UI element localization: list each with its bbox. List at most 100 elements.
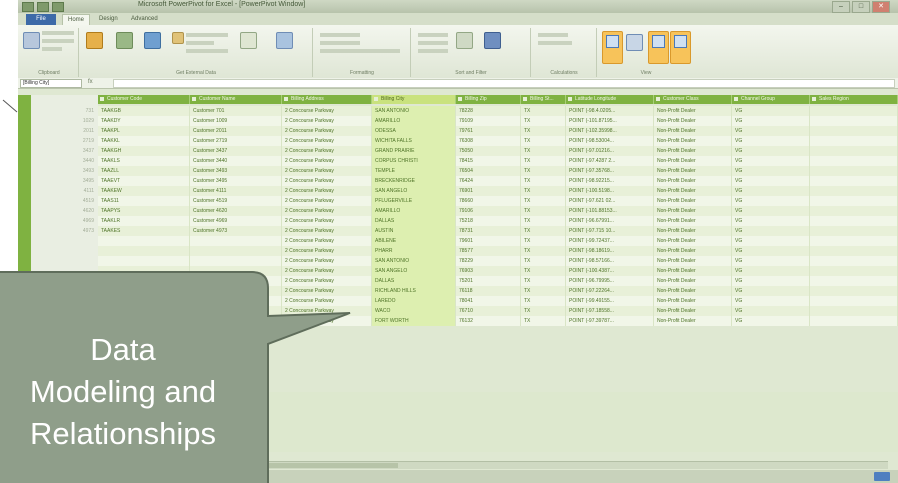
format-dropdown[interactable] (320, 41, 360, 45)
table-cell[interactable]: TX (521, 156, 566, 166)
table-cell[interactable] (190, 236, 282, 246)
table-cell[interactable]: Non-Profit Dealer (654, 146, 732, 156)
table-cell[interactable]: TX (521, 166, 566, 176)
table-cell[interactable]: POINT (-98.53004... (566, 136, 654, 146)
column-header[interactable]: Customer Name (190, 95, 282, 104)
table-cell[interactable]: DALLAS (372, 276, 456, 286)
table-row[interactable]: 2 Concourse Parkway RICHLAND HILLS 76118 TX… (98, 286, 898, 296)
table-row[interactable]: TAAKGB Customer 701 2 Concourse Parkway SAN… (98, 106, 898, 116)
table-cell[interactable]: 78660 (456, 196, 521, 206)
table-cell[interactable]: 2 Concourse Parkway (282, 226, 372, 236)
table-cell[interactable]: FORT WORTH (372, 316, 456, 326)
table-cell[interactable] (810, 276, 898, 286)
table-cell[interactable]: TX (521, 146, 566, 156)
table-cell[interactable]: VG (732, 176, 810, 186)
table-cell[interactable]: Non-Profit Dealer (654, 226, 732, 236)
table-cell[interactable]: ODESSA (372, 126, 456, 136)
table-cell[interactable]: POINT (-101.87195... (566, 116, 654, 126)
column-header[interactable]: Latitude Longitude (566, 95, 654, 104)
table-cell[interactable]: 76308 (456, 136, 521, 146)
table-cell[interactable]: Non-Profit Dealer (654, 126, 732, 136)
table-cell[interactable]: POINT (-99.49155... (566, 296, 654, 306)
close-button[interactable]: ✕ (872, 1, 890, 13)
table-cell[interactable]: Customer 3495 (190, 176, 282, 186)
table-cell[interactable]: TAAKEW (98, 186, 190, 196)
table-cell[interactable]: TX (521, 206, 566, 216)
table-cell[interactable]: POINT (-97.621 02... (566, 196, 654, 206)
table-cell[interactable]: TAAKKL (98, 136, 190, 146)
table-cell[interactable]: Non-Profit Dealer (654, 306, 732, 316)
table-cell[interactable]: SAN ANGELO (372, 266, 456, 276)
table-cell[interactable]: TX (521, 126, 566, 136)
column-header[interactable]: Billing City (372, 95, 456, 104)
table-cell[interactable]: TX (521, 136, 566, 146)
maximize-button[interactable]: □ (852, 1, 870, 13)
table-cell[interactable]: 76710 (456, 306, 521, 316)
table-cell[interactable]: TX (521, 116, 566, 126)
table-cell[interactable] (810, 106, 898, 116)
table-cell[interactable]: TX (521, 256, 566, 266)
table-cell[interactable]: VG (732, 186, 810, 196)
table-cell[interactable]: Non-Profit Dealer (654, 166, 732, 176)
table-cell[interactable]: POINT (-98.92215... (566, 176, 654, 186)
table-cell[interactable]: 2 Concourse Parkway (282, 246, 372, 256)
table-cell[interactable] (98, 236, 190, 246)
table-cell[interactable]: 79761 (456, 126, 521, 136)
table-cell[interactable]: TX (521, 216, 566, 226)
table-cell[interactable]: 79106 (456, 206, 521, 216)
table-cell[interactable] (190, 266, 282, 276)
table-cell[interactable]: TAAPYS (98, 206, 190, 216)
clear-sort-button[interactable] (418, 49, 448, 53)
table-row[interactable]: TAAKEW Customer 4111 2 Concourse Parkway SA… (98, 186, 898, 196)
pivottable-icon[interactable] (276, 32, 293, 49)
tab-design[interactable]: Design (94, 14, 123, 25)
column-header[interactable]: Billing Address (282, 95, 372, 104)
table-cell[interactable] (810, 186, 898, 196)
table-cell[interactable]: VG (732, 126, 810, 136)
table-cell[interactable]: 75218 (456, 216, 521, 226)
table-cell[interactable]: VG (732, 206, 810, 216)
refresh-icon[interactable] (240, 32, 257, 49)
table-cell[interactable]: GRAND PRAIRIE (372, 146, 456, 156)
table-cell[interactable] (810, 206, 898, 216)
copy-button[interactable] (42, 47, 62, 51)
table-cell[interactable]: 2 Concourse Parkway (282, 206, 372, 216)
table-cell[interactable]: TX (521, 196, 566, 206)
table-cell[interactable]: VG (732, 316, 810, 326)
table-row[interactable]: TAAZLL Customer 3493 2 Concourse Parkway TE… (98, 166, 898, 176)
table-cell[interactable]: 76901 (456, 186, 521, 196)
table-row[interactable]: TAAKGH Customer 3437 2 Concourse Parkway GR… (98, 146, 898, 156)
table-cell[interactable]: Non-Profit Dealer (654, 156, 732, 166)
table-cell[interactable]: Non-Profit Dealer (654, 286, 732, 296)
table-row[interactable]: TAAKES Customer 4973 2 Concourse Parkway AU… (98, 226, 898, 236)
table-cell[interactable]: 2 Concourse Parkway (282, 306, 372, 316)
column-header[interactable]: Billing St... (521, 95, 566, 104)
table-cell[interactable] (810, 216, 898, 226)
table-cell[interactable]: POINT (-96.79995... (566, 276, 654, 286)
table-cell[interactable] (810, 176, 898, 186)
table-cell[interactable]: 78041 (456, 296, 521, 306)
table-cell[interactable]: TAAKLS (98, 156, 190, 166)
table-cell[interactable]: CORPUS CHRISTI (372, 156, 456, 166)
table-cell[interactable]: Customer 4973 (190, 226, 282, 236)
table-cell[interactable]: TEMPLE (372, 166, 456, 176)
table-cell[interactable]: TAAS11 (98, 196, 190, 206)
undo-icon[interactable] (52, 2, 64, 12)
table-cell[interactable] (810, 146, 898, 156)
table-cell[interactable]: POINT (-97.22264... (566, 286, 654, 296)
table-cell[interactable]: 2 Concourse Parkway (282, 256, 372, 266)
table-cell[interactable]: AMARILLO (372, 206, 456, 216)
table-cell[interactable]: 76132 (456, 316, 521, 326)
from-data-feeds-button[interactable] (186, 33, 228, 37)
save-icon[interactable] (37, 2, 49, 12)
table-cell[interactable]: Non-Profit Dealer (654, 296, 732, 306)
table-cell[interactable]: TAAKES (98, 226, 190, 236)
table-cell[interactable]: Customer 2719 (190, 136, 282, 146)
table-cell[interactable]: VG (732, 216, 810, 226)
table-cell[interactable]: 2 Concourse Parkway (282, 166, 372, 176)
table-cell[interactable]: POINT (-99.72437... (566, 236, 654, 246)
table-cell[interactable]: TX (521, 266, 566, 276)
table-cell[interactable]: Non-Profit Dealer (654, 266, 732, 276)
table-cell[interactable]: 2 Concourse Parkway (282, 296, 372, 306)
from-other-sources-button[interactable] (186, 49, 228, 53)
